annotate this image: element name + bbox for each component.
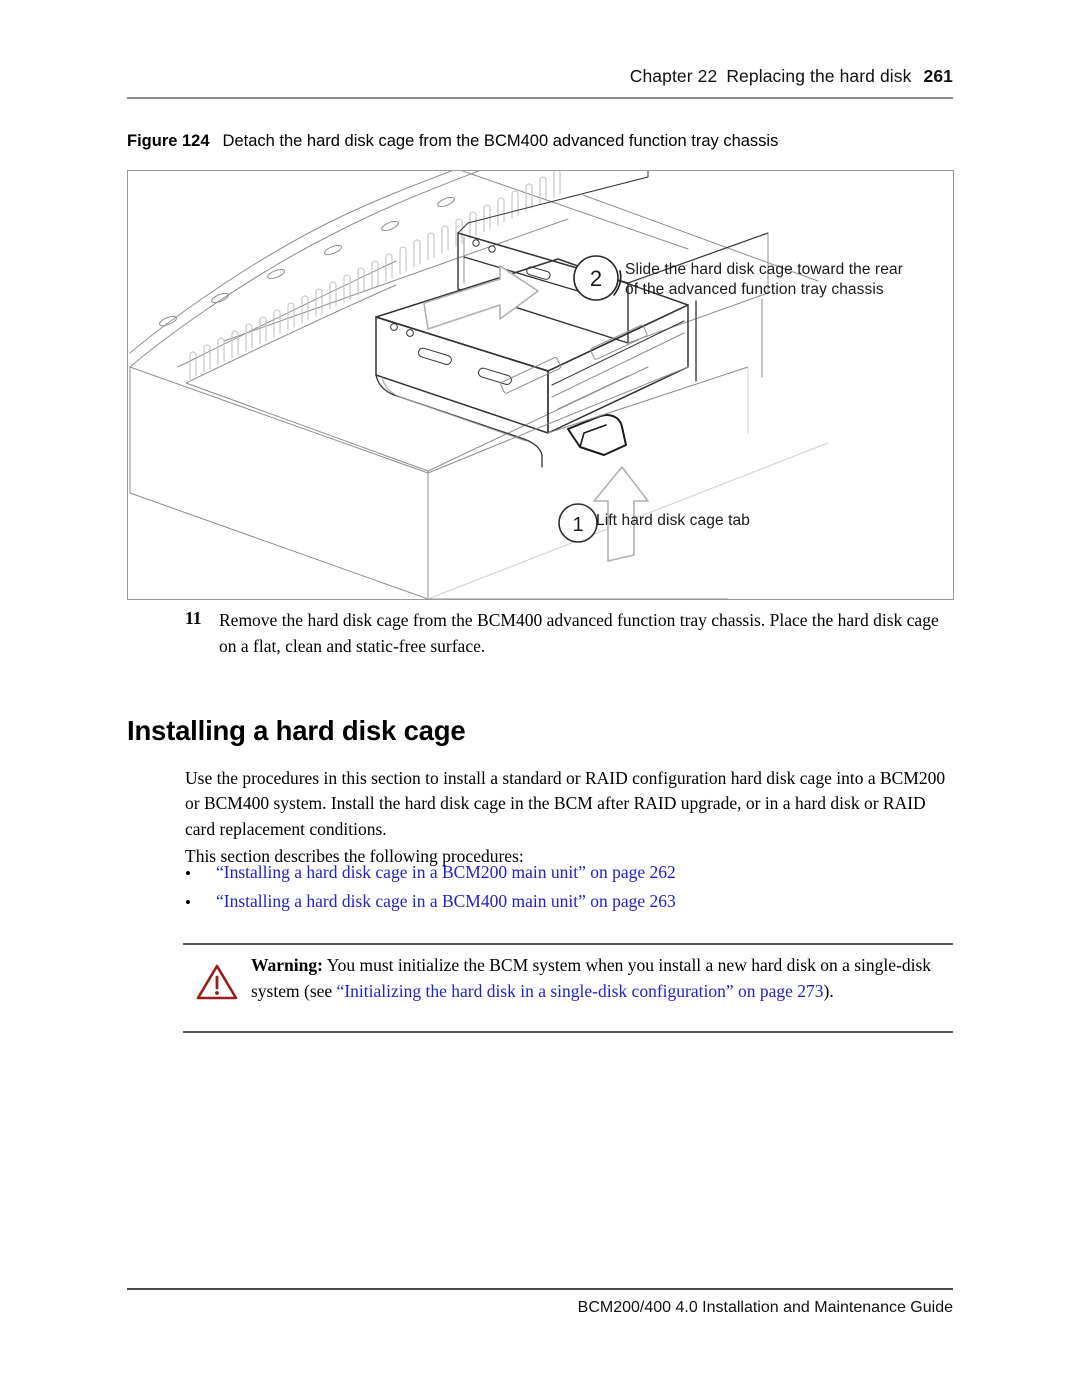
figure-illustration: 2 1 Slide the hard disk cage toward the … (127, 170, 954, 600)
footer-text: BCM200/400 4.0 Installation and Maintena… (577, 1299, 953, 1316)
figure-callout-2-text: Slide the hard disk cage toward the rear… (625, 260, 903, 300)
warning-text-after-link: ). (823, 980, 834, 1001)
step-text: Remove the hard disk cage from the BCM40… (219, 610, 939, 656)
figure-caption: Figure 124 Detach the hard disk cage from… (127, 132, 957, 151)
section-intro-paragraph: Use the procedures in this section to in… (185, 767, 946, 839)
running-header: Chapter 22 Replacing the hard disk 261 (127, 66, 953, 87)
page-number: 261 (923, 66, 953, 86)
list-item: • “Installing a hard disk cage in a BCM4… (185, 889, 960, 918)
figure-callout-1-text: Lift hard disk cage tab (596, 511, 750, 531)
callout-1-line-1: Lift hard disk cage tab (596, 512, 750, 529)
step-number: 11 (185, 608, 202, 628)
warning-triangle-icon (196, 964, 238, 1000)
figure-label: Figure 124 (127, 132, 210, 150)
header-title: Replacing the hard disk (726, 66, 912, 86)
link-install-bcm200[interactable]: “Installing a hard disk cage in a BCM200… (216, 862, 676, 882)
bullet-marker-icon: • (185, 864, 191, 883)
warning-bottom-divider (183, 1031, 953, 1033)
link-install-bcm400[interactable]: “Installing a hard disk cage in a BCM400… (216, 891, 676, 911)
figure-caption-text: Detach the hard disk cage from the BCM40… (222, 132, 779, 150)
callout-2-line-1: Slide the hard disk cage toward the rear (625, 261, 903, 278)
bullet-marker-icon: • (185, 893, 191, 912)
procedure-step: 11 Remove the hard disk cage from the BC… (185, 608, 953, 659)
warning-label: Warning: (251, 955, 323, 975)
warning-top-divider (183, 943, 953, 945)
header-divider (127, 97, 953, 99)
list-item: • “Installing a hard disk cage in a BCM2… (185, 860, 960, 889)
callout-2-line-2: of the advanced function tray chassis (625, 281, 884, 298)
svg-text:1: 1 (572, 514, 583, 536)
link-initializing-hard-disk[interactable]: “Initializing the hard disk in a single-… (337, 981, 824, 1001)
procedure-link-list: • “Installing a hard disk cage in a BCM2… (185, 860, 960, 918)
svg-text:2: 2 (590, 266, 602, 291)
section-heading: Installing a hard disk cage (127, 715, 466, 747)
document-page: Chapter 22 Replacing the hard disk 261 Fig… (0, 0, 1080, 1397)
chassis-line-drawing: 2 1 (129, 171, 829, 599)
footer-divider (127, 1288, 953, 1290)
header-chapter: Chapter 22 (629, 66, 718, 86)
warning-text: Warning: You must initialize the BCM sys… (251, 953, 953, 1004)
